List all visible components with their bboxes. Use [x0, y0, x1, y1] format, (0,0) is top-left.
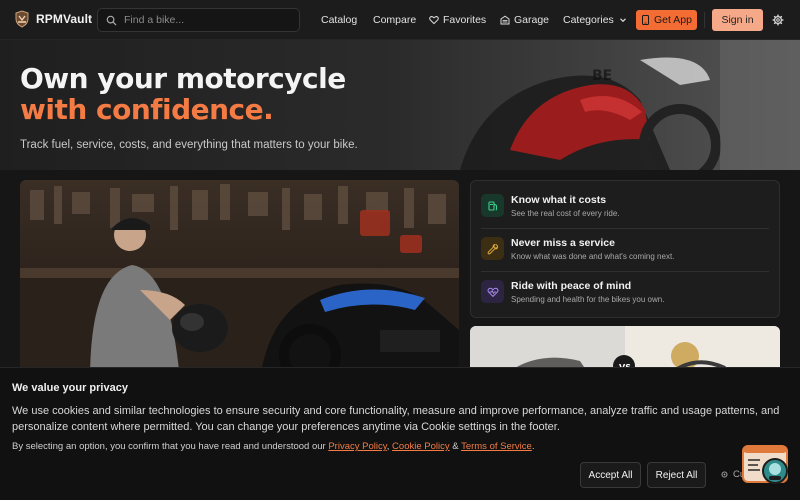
feature-service-title: Never miss a service [511, 237, 615, 249]
garage-photo [20, 180, 459, 380]
chevron-down-icon [618, 15, 628, 25]
nav-compare-label: Compare [373, 14, 417, 26]
logo-shield-icon [15, 10, 29, 28]
sign-in-button[interactable]: Sign in [712, 9, 763, 31]
wrench-icon [481, 237, 504, 260]
nav-garage-label: Garage [514, 14, 550, 26]
chat-widget-icon[interactable] [742, 445, 790, 487]
hero-banner: BE Own your motorcycle with confidence. … [0, 40, 800, 170]
feature-service: Never miss a service Know what was done … [481, 234, 771, 276]
hero-title-line2: with confidence. [20, 93, 274, 126]
nav-compare[interactable]: Compare [373, 0, 416, 40]
gear-icon[interactable] [772, 14, 784, 26]
cookie-title: We value your privacy [12, 382, 128, 394]
feature-peace-desc: Spending and health for the bikes you ow… [511, 295, 665, 304]
feature-costs-title: Know what it costs [511, 194, 607, 206]
header-divider [704, 12, 705, 28]
accept-all-button[interactable]: Accept All [580, 462, 641, 488]
fuel-icon [481, 194, 504, 217]
top-navbar: RPMVault Catalog Compare Favorites Garag… [0, 0, 800, 40]
sign-in-label: Sign in [721, 14, 754, 26]
hero-title-line1: Own your motorcycle [20, 62, 346, 95]
nav-favorites-label: Favorites [443, 14, 487, 26]
feature-peace: Ride with peace of mind Spending and hea… [481, 277, 771, 319]
privacy-policy-link[interactable]: Privacy Policy [328, 441, 386, 452]
nav-categories-dropdown[interactable]: Categories [563, 0, 628, 40]
heart-icon [429, 15, 439, 25]
cookie-consent-banner: We value your privacy We use cookies and… [0, 367, 800, 500]
search-box[interactable] [97, 8, 300, 32]
nav-catalog-label: Catalog [321, 14, 358, 26]
gear-icon [721, 471, 728, 478]
feature-service-desc: Know what was done and what's coming nex… [511, 252, 675, 261]
brand-logo[interactable]: RPMVault [13, 10, 92, 28]
get-app-button[interactable]: Get App [636, 10, 697, 30]
garage-icon [500, 15, 510, 25]
accept-all-label: Accept All [588, 469, 633, 481]
feature-costs: Know what it costs See the real cost of … [481, 191, 771, 233]
hero-motorcycle-image: BE [380, 40, 800, 170]
cookie-note-prefix: By selecting an option, you confirm that… [12, 441, 329, 452]
nav-favorites[interactable]: Favorites [429, 0, 486, 40]
cookie-policy-link[interactable]: Cookie Policy [392, 441, 450, 452]
heart-pulse-icon [481, 280, 504, 303]
nav-categories-label: Categories [563, 14, 614, 26]
hero-title: Own your motorcycle with confidence. [20, 63, 346, 125]
reject-all-button[interactable]: Reject All [647, 462, 706, 488]
feature-divider [481, 271, 769, 272]
cookie-body: We use cookies and similar technologies … [12, 405, 780, 433]
get-app-label: Get App [654, 14, 692, 26]
feature-peace-title: Ride with peace of mind [511, 280, 632, 292]
feature-costs-desc: See the real cost of every ride. [511, 209, 620, 218]
hero-subtitle: Track fuel, service, costs, and everythi… [20, 139, 358, 151]
reject-all-label: Reject All [655, 469, 698, 481]
cookie-note: By selecting an option, you confirm that… [12, 441, 534, 452]
search-icon [106, 15, 117, 26]
svg-text:BE: BE [592, 68, 612, 84]
terms-of-service-link[interactable]: Terms of Service [461, 441, 532, 452]
brand-name: RPMVault [36, 12, 93, 26]
nav-garage[interactable]: Garage [500, 0, 549, 40]
phone-icon [642, 15, 650, 25]
features-card: Know what it costs See the real cost of … [470, 180, 780, 318]
cookie-note-suffix: . [531, 441, 535, 452]
feature-divider [481, 228, 769, 229]
search-input[interactable] [124, 14, 284, 26]
cookie-note-sep2: & [449, 441, 462, 452]
nav-catalog[interactable]: Catalog [321, 0, 357, 40]
